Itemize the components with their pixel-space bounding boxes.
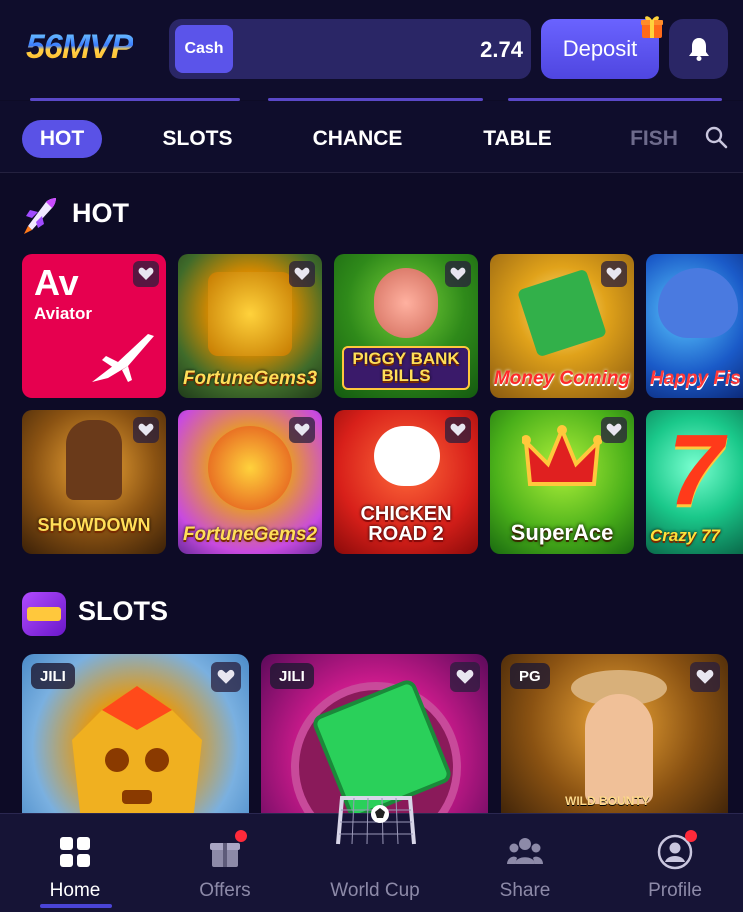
nav-label: Home [49,880,101,901]
nav-share[interactable]: Share [465,814,585,912]
notification-dot [235,830,247,842]
heart-icon [138,267,154,280]
heart-icon [606,267,622,280]
soccer-goal-icon[interactable] [334,792,418,846]
favorite-button[interactable] [211,662,241,692]
game-title: Money Coming [493,368,631,389]
rocket-icon [24,198,56,234]
slot-tile-pg[interactable]: WILD BOUNTY PG [501,654,728,824]
cash-chip: Cash [175,25,233,73]
game-tile-piggy-bank-bills[interactable]: PIGGY BANK BILLS [334,254,478,398]
nav-label: Offers [199,880,251,901]
favorite-button[interactable] [289,261,315,287]
heart-icon [450,267,466,280]
nav-label: Profile [648,880,702,901]
game-title: FortuneGems3 [182,368,318,389]
tab-fish[interactable]: FISH [622,120,686,158]
bell-icon [688,38,709,61]
heart-icon [138,423,154,436]
heart-icon [606,423,622,436]
favorite-button[interactable] [289,417,315,443]
active-nav-indicator [40,904,112,908]
notifications-button[interactable] [669,19,728,79]
favorite-button[interactable] [601,261,627,287]
game-art [208,426,292,510]
slot-tile-jili-1[interactable]: JILI [22,654,249,824]
nav-home[interactable]: Home [15,814,135,912]
tab-hot[interactable]: HOT [22,120,102,158]
game-tile-fortune-gems-3[interactable]: FortuneGems3 [178,254,322,398]
heart-icon [696,669,714,684]
gift-icon [641,16,663,38]
provider-badge: JILI [31,663,75,689]
game-art [516,268,608,358]
game-art [374,426,440,486]
game-tile-aviator[interactable]: Av Aviator [22,254,166,398]
golden-mask-art [72,686,202,824]
tab-slots[interactable]: SLOTS [150,120,245,158]
category-tabs: HOT SLOTS CHANCE TABLE FISH [0,101,743,173]
section-title-hot: HOT [72,198,129,228]
nav-label: Share [499,880,551,901]
provider-badge: JILI [270,663,314,689]
game-art [658,268,738,338]
nav-offers[interactable]: Offers [165,814,285,912]
brand-logo[interactable]: 56MVP [26,28,133,67]
jester-hat-icon [522,424,602,486]
heart-icon [450,423,466,436]
tab-chance[interactable]: CHANCE [300,120,415,158]
search-icon[interactable] [704,125,728,149]
game-art: 7 [668,414,724,526]
favorite-button[interactable] [450,662,480,692]
game-title: PIGGY BANK BILLS [352,349,460,385]
favorite-button[interactable] [133,261,159,287]
nav-label: World Cup [330,880,420,901]
balance-value: 2.74 [480,37,523,62]
heart-icon [456,669,474,684]
plane-icon [92,334,154,382]
aviator-logo: Av [34,262,79,303]
game-title: SuperAce [510,520,614,545]
game-title: WILD BOUNTY [565,794,650,808]
heart-icon [294,267,310,280]
game-tile-showdown[interactable]: SHOWDOWN [22,410,166,554]
game-title: FortuneGems2 [182,524,318,545]
share-people-icon [507,838,543,864]
game-tile-chicken-road-2[interactable]: CHICKEN ROAD 2 [334,410,478,554]
notification-dot [685,830,697,842]
game-title: Crazy 77 [650,526,720,545]
game-title: SHOWDOWN [37,515,151,535]
game-tile-happy-fish[interactable]: Happy Fis [646,254,743,398]
game-tile-fortune-gems-2[interactable]: FortuneGems2 [178,410,322,554]
game-title: Happy Fis [650,368,741,389]
top-header: 56MVP Cash 2.74 Deposit [0,0,743,100]
favorite-button[interactable] [445,261,471,287]
casino-app: 56MVP Cash 2.74 Deposit HOT SLOTS CHANCE… [0,0,743,912]
home-grid-icon [60,837,90,867]
provider-badge: PG [510,663,550,689]
aviator-label: Aviator [34,304,92,323]
game-tile-crazy-777[interactable]: 7 Crazy 77 [646,410,743,554]
tab-table[interactable]: TABLE [470,120,565,158]
favorite-button[interactable] [690,662,720,692]
section-title-slots: SLOTS [78,596,169,626]
balance-bar[interactable]: Cash 2.74 [169,19,531,79]
game-title: CHICKEN ROAD 2 [360,503,452,545]
game-art [374,268,438,338]
favorite-button[interactable] [133,417,159,443]
game-tile-money-coming[interactable]: Money Coming [490,254,634,398]
character-art [585,694,653,804]
slots-machine-icon [22,592,66,636]
heart-icon [294,423,310,436]
slots-reel [27,607,61,621]
nav-profile[interactable]: Profile [615,814,735,912]
heart-icon [217,669,235,684]
game-art [208,272,292,356]
game-tile-super-ace[interactable]: SuperAce [490,410,634,554]
favorite-button[interactable] [601,417,627,443]
favorite-button[interactable] [445,417,471,443]
game-art [66,420,122,500]
